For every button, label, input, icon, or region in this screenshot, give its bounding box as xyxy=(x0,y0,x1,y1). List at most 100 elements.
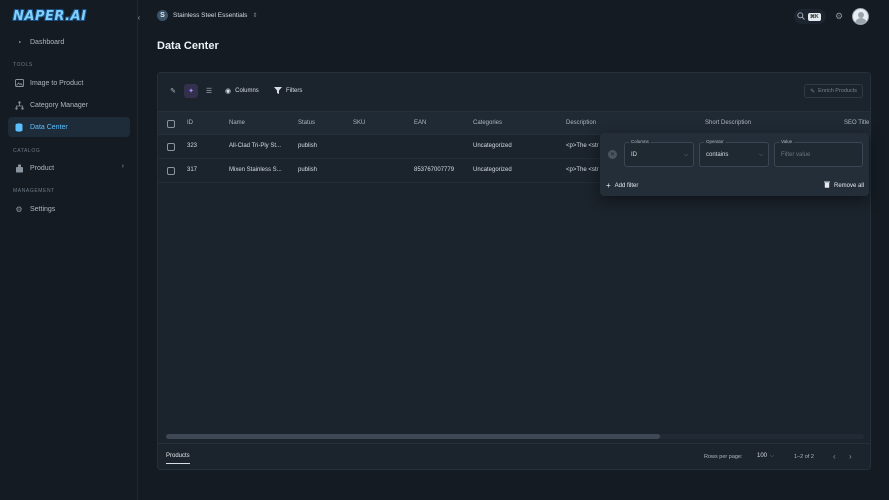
sidebar-item-settings[interactable]: ⚙ Settings xyxy=(8,199,130,219)
chevron-left-icon: ‹ xyxy=(137,12,141,22)
cell-name: All-Clad Tri-Ply St... xyxy=(229,143,282,149)
eye-icon: ◉ xyxy=(225,88,232,95)
filter-column-value: ID xyxy=(631,152,637,158)
add-filter-button[interactable]: + Add filter xyxy=(606,181,638,190)
cell-ean: 853767007779 xyxy=(414,167,455,173)
rows-per-page-select[interactable]: 100 ⌵ xyxy=(757,453,774,459)
page-title: Data Center xyxy=(157,40,219,52)
pencil-icon: ✎ xyxy=(170,88,176,95)
filter-operator-value: contains xyxy=(706,152,729,158)
row-checkbox[interactable] xyxy=(167,167,175,175)
sidebar-item-label: Dashboard xyxy=(30,38,65,46)
column-header-name[interactable]: Name xyxy=(229,120,245,126)
row-checkbox[interactable] xyxy=(167,143,175,151)
rows-per-page-value: 100 xyxy=(757,453,768,459)
filter-value-input[interactable]: Value Filter value xyxy=(774,139,863,167)
next-page-button[interactable]: › xyxy=(849,452,852,461)
column-header-short-description[interactable]: Short Description xyxy=(705,120,751,126)
column-header-id[interactable]: ID xyxy=(187,120,193,126)
scrollbar-thumb[interactable] xyxy=(166,434,660,439)
sidebar-item-image-to-product[interactable]: Image to Product xyxy=(8,73,130,93)
shortcut-badge: ⌘K xyxy=(808,12,821,21)
chevron-down-icon: ⌵ xyxy=(770,453,774,459)
select-all-checkbox[interactable] xyxy=(167,120,175,128)
cell-name: Mixen Stainless S... xyxy=(229,167,282,173)
cell-categories: Uncategorized xyxy=(473,143,512,149)
sidebar-item-label: Data Center xyxy=(30,123,68,131)
rows-per-page-label: Rows per page: xyxy=(704,454,743,460)
cell-categories: Uncategorized xyxy=(473,167,512,173)
filter-panel: ✕ Columns ID ⌵ Operator contains ⌵ Value… xyxy=(600,133,869,196)
chevron-down-icon: ⌵ xyxy=(684,152,688,158)
enrich-products-button[interactable]: ✎ Enrich Products xyxy=(804,84,863,98)
store-name: Stainless Steel Essentials xyxy=(173,12,248,19)
filter-operator-label: Operator xyxy=(704,139,726,144)
cell-status: publish xyxy=(298,143,318,149)
columns-button[interactable]: ◉ Columns xyxy=(225,84,259,98)
sidebar-item-label: Product xyxy=(30,164,55,172)
filter-value-label: Value xyxy=(779,139,795,144)
sidebar-item-data-center[interactable]: Data Center xyxy=(8,117,130,137)
magic-wand-icon: ✦ xyxy=(184,84,198,98)
ai-mode-button[interactable]: ✦ xyxy=(184,84,198,98)
section-label-tools: TOOLS xyxy=(13,62,33,68)
filters-label: Filters xyxy=(286,88,303,94)
column-header-ean[interactable]: EAN xyxy=(414,120,426,126)
column-header-status[interactable]: Status xyxy=(298,120,315,126)
cell-id: 323 xyxy=(187,143,198,149)
previous-page-button[interactable]: ‹ xyxy=(833,452,836,461)
filter-operator-select[interactable]: Operator contains ⌵ xyxy=(699,139,769,167)
remove-all-filters-button[interactable]: Remove all xyxy=(823,181,864,190)
settings-gear-icon[interactable]: ⚙ xyxy=(835,11,843,22)
trash-icon xyxy=(823,181,830,190)
search-button[interactable]: ⌘K xyxy=(794,9,826,24)
sidebar-item-label: Image to Product xyxy=(30,79,84,87)
column-header-categories[interactable]: Categories xyxy=(473,120,502,126)
collapse-sidebar-button[interactable]: ‹ xyxy=(134,12,144,22)
chevron-up-down-icon: ⇕ xyxy=(252,13,258,19)
filter-column-label: Columns xyxy=(629,139,651,144)
store-avatar: S xyxy=(157,10,168,21)
sliders-icon: ☰ xyxy=(205,88,213,95)
section-label-catalog: CATALOG xyxy=(13,148,41,154)
filter-column-select[interactable]: Columns ID ⌵ xyxy=(624,139,694,167)
sidebar-item-category-manager[interactable]: Category Manager xyxy=(8,95,130,115)
delete-filter-icon[interactable]: ✕ xyxy=(608,150,617,159)
column-header-description[interactable]: Description xyxy=(566,120,596,126)
horizontal-scrollbar[interactable] xyxy=(166,434,864,439)
cell-description: <p>The <str xyxy=(566,143,599,149)
image-icon xyxy=(14,78,24,88)
sidebar-item-product[interactable]: Product › xyxy=(8,158,130,178)
filters-button[interactable]: Filters xyxy=(274,84,302,98)
edit-mode-button[interactable]: ✎ xyxy=(166,84,180,98)
cell-status: publish xyxy=(298,167,318,173)
sidebar-item-dashboard[interactable]: ◔ Dashboard xyxy=(8,32,130,52)
column-header-sku[interactable]: SKU xyxy=(353,120,365,126)
grid-footer: Products Rows per page: 100 ⌵ 1–2 of 2 ‹ … xyxy=(158,443,870,469)
sidebar: NAPER.AI ◔ Dashboard TOOLS Image to Prod… xyxy=(0,0,138,500)
tab-products[interactable]: Products xyxy=(166,453,190,464)
avatar-body xyxy=(854,18,867,24)
chevron-right-icon: › xyxy=(121,163,124,170)
enrich-label: Enrich Products xyxy=(818,88,857,94)
chevron-down-icon: ⌵ xyxy=(759,152,763,158)
sidebar-item-label: Category Manager xyxy=(30,101,88,109)
brand-logo[interactable]: NAPER.AI xyxy=(13,9,86,24)
density-button[interactable]: ☰ xyxy=(202,84,216,98)
column-header-seo-title[interactable]: SEO Title xyxy=(844,120,869,126)
grid-toolbar: ✎ ✦ ☰ ◉ Columns Filters ✎ Enrich Product… xyxy=(158,73,870,109)
gear-icon: ⚙ xyxy=(15,204,23,214)
data-grid-panel: ✎ ✦ ☰ ◉ Columns Filters ✎ Enrich Product… xyxy=(157,72,871,470)
table-header: ID Name Status SKU EAN Categories Descri… xyxy=(158,111,870,135)
cell-description: <p>The <str xyxy=(566,167,599,173)
store-switcher[interactable]: S Stainless Steel Essentials ⇕ xyxy=(157,10,257,21)
hierarchy-icon xyxy=(14,100,24,110)
pagination-range: 1–2 of 2 xyxy=(794,454,814,460)
add-filter-label: Add filter xyxy=(614,182,639,189)
remove-all-label: Remove all xyxy=(833,182,864,189)
columns-label: Columns xyxy=(235,88,259,94)
filter-value-placeholder: Filter value xyxy=(781,152,811,158)
user-avatar[interactable] xyxy=(852,8,869,25)
database-icon xyxy=(14,122,24,132)
box-icon xyxy=(14,163,24,173)
